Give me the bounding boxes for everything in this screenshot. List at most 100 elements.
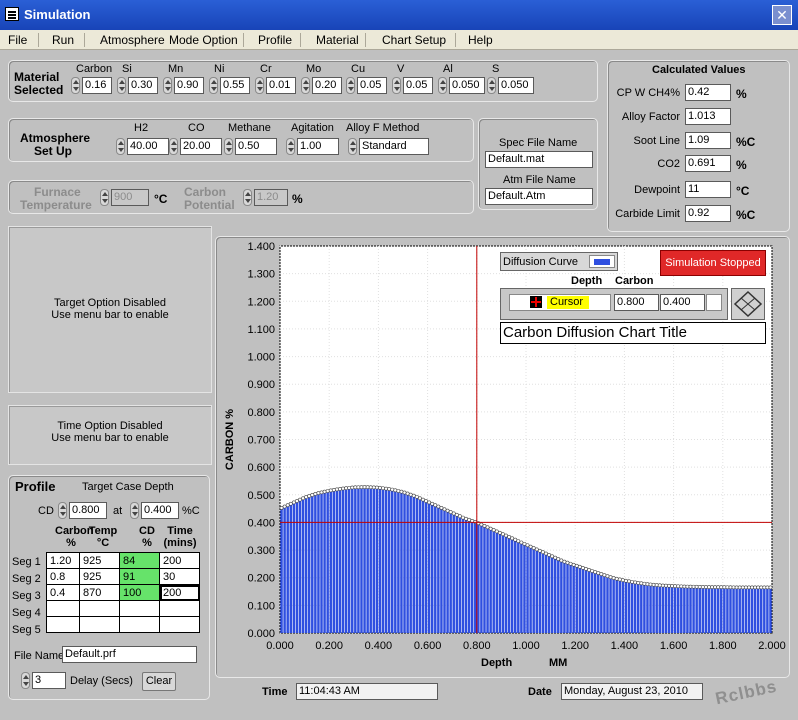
- material-ni-field[interactable]: 0.55: [220, 77, 250, 94]
- material-v-spinner[interactable]: [392, 77, 401, 94]
- menu-chart-setup[interactable]: Chart Setup: [382, 33, 446, 47]
- diffusion-curve-legend[interactable]: Diffusion Curve: [500, 252, 618, 271]
- bar-cap-point: [467, 517, 472, 522]
- seg-time-cell[interactable]: 200: [159, 584, 200, 601]
- seg-carbon-cell[interactable]: [46, 616, 80, 633]
- atm-file-label: Atm File Name: [503, 174, 576, 186]
- atm-4-spinner[interactable]: [348, 138, 357, 155]
- cursor-carbon-field[interactable]: 0.400: [660, 294, 705, 311]
- material-si-spinner[interactable]: [117, 77, 126, 94]
- material-si-field[interactable]: 0.30: [128, 77, 158, 94]
- bar: [430, 503, 434, 633]
- furnace-temp-field[interactable]: 900: [111, 189, 149, 206]
- material-mn-spinner[interactable]: [163, 77, 172, 94]
- material-cr-spinner[interactable]: [255, 77, 264, 94]
- atm-0-spinner[interactable]: [116, 138, 125, 155]
- cp-spinner[interactable]: [243, 189, 252, 206]
- material-al-spinner[interactable]: [438, 77, 447, 94]
- menu-profile[interactable]: Profile: [258, 33, 292, 47]
- profile-header-2: CD%: [139, 525, 155, 549]
- menu-file[interactable]: File: [8, 33, 27, 47]
- bar: [618, 579, 622, 633]
- material-cu-spinner[interactable]: [346, 77, 355, 94]
- material-v-field[interactable]: 0.05: [403, 77, 433, 94]
- at-field[interactable]: 0.400: [141, 502, 179, 519]
- atm-3-field[interactable]: 1.00: [297, 138, 339, 155]
- atm-4-field[interactable]: Standard: [359, 138, 429, 155]
- bar-cap-point: [599, 572, 604, 576]
- simulation-status-button[interactable]: Simulation Stopped: [660, 250, 766, 276]
- material-s-spinner[interactable]: [487, 77, 496, 94]
- bar-cap-point: [325, 489, 330, 493]
- at-spinner[interactable]: [130, 502, 139, 519]
- material-mn-field[interactable]: 0.90: [174, 77, 204, 94]
- seg-temp-cell[interactable]: 925: [79, 568, 120, 585]
- profile-file-field[interactable]: Default.prf: [62, 646, 197, 663]
- menu-help[interactable]: Help: [468, 33, 493, 47]
- atm-0-field[interactable]: 40.00: [127, 138, 169, 155]
- bar-cap-point: [374, 485, 379, 490]
- seg-time-cell[interactable]: 200: [159, 552, 200, 569]
- spec-file-field[interactable]: Default.mat: [485, 151, 593, 168]
- delay-spinner[interactable]: [21, 672, 30, 689]
- bar-cap-point: [691, 584, 696, 589]
- bar: [587, 569, 591, 633]
- clear-button[interactable]: Clear: [142, 672, 176, 691]
- menu-material[interactable]: Material: [316, 33, 359, 47]
- bar-cap-point: [298, 497, 302, 502]
- segment-row: 0.4 870 100 200: [46, 584, 200, 601]
- delay-field[interactable]: 3: [32, 672, 66, 689]
- bar-cap-point: [737, 585, 742, 590]
- cursor-options-icon[interactable]: [706, 294, 722, 311]
- atm-file-field[interactable]: Default.Atm: [485, 188, 593, 205]
- seg-temp-cell[interactable]: [79, 600, 120, 617]
- cd-field[interactable]: 0.800: [69, 502, 107, 519]
- y-tick-label: 0.500: [247, 490, 275, 502]
- atm-1-field[interactable]: 20.00: [180, 138, 222, 155]
- material-carbon-field[interactable]: 0.16: [82, 77, 112, 94]
- material-mo-field[interactable]: 0.20: [312, 77, 342, 94]
- calc-4-label: Dewpoint: [634, 184, 680, 196]
- carbon-potential-field[interactable]: 1.20: [254, 189, 288, 206]
- cursor-legend[interactable]: Cursor: [509, 294, 611, 311]
- material-cu-field[interactable]: 0.05: [357, 77, 387, 94]
- seg-temp-cell[interactable]: 870: [79, 584, 120, 601]
- material-ni-spinner[interactable]: [209, 77, 218, 94]
- seg-carbon-cell[interactable]: 0.4: [46, 584, 80, 601]
- bar: [566, 562, 569, 633]
- bar-cap-point: [670, 584, 674, 588]
- seg-carbon-cell[interactable]: [46, 600, 80, 617]
- bar: [480, 524, 483, 633]
- y-tick-label: 0.700: [247, 435, 275, 447]
- cd-spinner[interactable]: [58, 502, 67, 519]
- seg-time-cell[interactable]: 30: [159, 568, 200, 585]
- watermark-logo: Rclbbs: [713, 676, 779, 709]
- menu-mode-option[interactable]: Mode Option: [169, 33, 238, 47]
- material-s-field[interactable]: 0.050: [498, 77, 534, 94]
- furnace-spinner[interactable]: [100, 189, 109, 206]
- seg-time-cell[interactable]: [159, 616, 200, 633]
- material-carbon-spinner[interactable]: [71, 77, 80, 94]
- atm-1-spinner[interactable]: [169, 138, 178, 155]
- bar: [655, 585, 658, 633]
- seg-carbon-cell[interactable]: 0.8: [46, 568, 80, 585]
- cursor-depth-field[interactable]: 0.800: [614, 294, 659, 311]
- bar-cap-point: [673, 584, 678, 588]
- atm-2-spinner[interactable]: [224, 138, 233, 155]
- menu-run[interactable]: Run: [52, 33, 74, 47]
- bar-cap-point: [341, 486, 345, 491]
- close-button[interactable]: ✕: [772, 5, 792, 25]
- bar-cap-point: [768, 585, 773, 590]
- material-cr-field[interactable]: 0.01: [266, 77, 296, 94]
- material-al-field[interactable]: 0.050: [449, 77, 485, 94]
- menu-atmosphere[interactable]: Atmosphere: [100, 33, 165, 47]
- atm-3-spinner[interactable]: [286, 138, 295, 155]
- material-mo-spinner[interactable]: [301, 77, 310, 94]
- seg-carbon-cell[interactable]: 1.20: [46, 552, 80, 569]
- seg-temp-cell[interactable]: 925: [79, 552, 120, 569]
- bar: [517, 541, 520, 633]
- cursor-move-button[interactable]: [731, 288, 765, 320]
- seg-temp-cell[interactable]: [79, 616, 120, 633]
- atm-2-field[interactable]: 0.50: [235, 138, 277, 155]
- seg-time-cell[interactable]: [159, 600, 200, 617]
